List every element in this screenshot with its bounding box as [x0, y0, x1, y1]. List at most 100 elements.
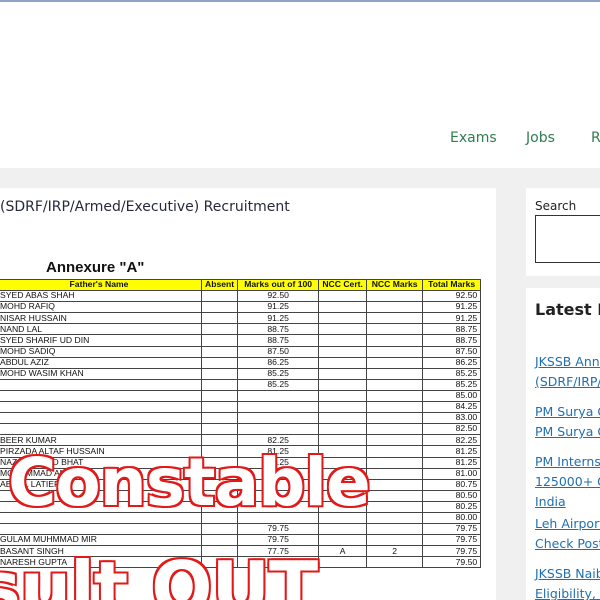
- cell-marks: 86.25: [237, 356, 320, 369]
- cell-name: MOHD SADIQ: [0, 345, 202, 358]
- cell-marks: [237, 412, 320, 425]
- cell-marks: [237, 423, 320, 436]
- cell-absent: [200, 323, 239, 336]
- cell-marks: 88.75: [237, 334, 320, 347]
- search-input[interactable]: [535, 215, 600, 263]
- cell-total: 81.25: [422, 456, 482, 469]
- cell-total: 85.00: [422, 389, 482, 403]
- cell-absent: [200, 423, 239, 436]
- latest-post-line: India: [535, 494, 566, 509]
- cell-name: [0, 423, 202, 436]
- cell-ncc-cert: [318, 323, 368, 336]
- cell-name: [0, 389, 202, 403]
- cell-absent: [200, 345, 239, 358]
- table-row: NAND LAL 88.75 88.75: [0, 323, 482, 336]
- cell-name: SYED SHARIF UD DIN: [0, 334, 202, 347]
- col-marks: Marks out of 100: [237, 278, 320, 292]
- cell-marks: 91.25: [237, 301, 320, 314]
- latest-post-line: JKSSB Naib: [535, 566, 600, 581]
- cell-marks: 85.25: [237, 378, 320, 391]
- cell-ncc-marks: [366, 456, 424, 469]
- latest-post-line: PM Surya G: [535, 424, 600, 439]
- cell-ncc-cert: [318, 367, 368, 380]
- cell-ncc-marks: [366, 301, 424, 314]
- latest-post-link[interactable]: JKSSB Naib Eligibility, E: [535, 564, 600, 600]
- cell-total: 88.75: [422, 334, 482, 347]
- cell-total: 85.25: [422, 367, 482, 380]
- marks-table: Father's Name Absent Marks out of 100 NC…: [0, 278, 482, 569]
- featured-image[interactable]: Annexure "A" Father's Name Absent Marks …: [0, 250, 496, 600]
- cell-total: 82.25: [422, 434, 482, 447]
- cell-ncc-cert: A: [318, 545, 368, 558]
- cell-name: [0, 378, 202, 391]
- overlay-title-line1: Constable: [7, 443, 373, 523]
- cell-ncc-marks: [366, 367, 424, 380]
- latest-post-link[interactable]: PM Surya G PM Surya G: [535, 402, 600, 442]
- cell-absent: [200, 378, 239, 391]
- col-ncc-cert: NCC Cert.: [318, 278, 368, 292]
- cell-ncc-cert: [318, 556, 368, 569]
- table-row: 83.00: [0, 412, 482, 425]
- search-label: Search: [535, 199, 577, 213]
- cell-total: 88.75: [422, 323, 482, 336]
- cell-ncc-marks: [366, 345, 424, 358]
- cell-absent: [200, 312, 239, 325]
- table-row: SYED SHARIF UD DIN 88.75 88.75: [0, 334, 482, 347]
- search-widget: Search: [526, 188, 600, 276]
- overlay-title-line2: sult OUT: [0, 545, 320, 600]
- cell-ncc-cert: [318, 312, 368, 325]
- cell-name: NISAR HUSSAIN: [0, 312, 202, 325]
- cell-total: 85.25: [422, 378, 482, 391]
- table-row: 82.50: [0, 423, 482, 436]
- cell-ncc-cert: [318, 345, 368, 358]
- cell-total: 79.75: [422, 534, 482, 547]
- cell-ncc-marks: [366, 489, 424, 502]
- latest-post-line: JKSSB Anno: [535, 354, 600, 369]
- cell-total: 81.00: [422, 467, 482, 480]
- latest-posts-title: Latest P: [535, 300, 600, 319]
- latest-post-line: PM Internsh: [535, 454, 600, 469]
- cell-marks: 88.75: [237, 323, 320, 336]
- cell-ncc-marks: [366, 401, 424, 414]
- cell-ncc-marks: [366, 534, 424, 547]
- table-row: 79.75 79.75: [0, 523, 482, 536]
- cell-total: 79.75: [422, 545, 482, 558]
- nav-jobs[interactable]: Jobs: [526, 130, 555, 146]
- table-row: MOHD WASIM KHAN 85.25 85.25: [0, 367, 482, 380]
- col-fathers-name: Father's Name: [0, 278, 202, 292]
- latest-post-link[interactable]: JKSSB Anno (SDRF/IRP/: [535, 352, 600, 392]
- latest-post-link[interactable]: Leh Airport Check Post: [535, 514, 600, 554]
- cell-absent: [200, 412, 239, 425]
- cell-total: 79.50: [422, 556, 482, 569]
- cell-name: [0, 401, 202, 414]
- cell-ncc-marks: [366, 334, 424, 347]
- nav-exams[interactable]: Exams: [450, 130, 497, 146]
- table-row: ABDUL AZIZ 86.25 86.25: [0, 356, 482, 369]
- cell-name: ABDUL AZIZ: [0, 356, 202, 369]
- table-row: GULAM MUHMMAD MIR 79.75 79.75: [0, 534, 482, 547]
- cell-absent: [200, 389, 239, 403]
- latest-post-link[interactable]: PM Internsh 125000+ O India: [535, 452, 600, 512]
- cell-name: MOHD WASIM KHAN: [0, 367, 202, 380]
- cell-name: [0, 412, 202, 425]
- cell-absent: [200, 356, 239, 369]
- cell-ncc-marks: [366, 556, 424, 569]
- nav-results[interactable]: R: [591, 130, 600, 146]
- article-title[interactable]: (SDRF/IRP/Armed/Executive) Recruitment: [0, 199, 290, 215]
- cell-name: [0, 523, 202, 536]
- cell-marks: [237, 401, 320, 414]
- cell-ncc-cert: [318, 334, 368, 347]
- cell-marks: 91.25: [237, 312, 320, 325]
- cell-absent: [200, 367, 239, 380]
- cell-marks: 85.25: [237, 367, 320, 380]
- cell-ncc-cert: [318, 378, 368, 391]
- cell-ncc-marks: [366, 445, 424, 458]
- cell-absent: [200, 401, 239, 414]
- cell-name: NAND LAL: [0, 323, 202, 336]
- cell-ncc-marks: [366, 500, 424, 513]
- cell-total: 92.50: [422, 290, 482, 303]
- cell-total: 80.75: [422, 478, 482, 491]
- cell-ncc-cert: [318, 534, 368, 547]
- cell-ncc-marks: [366, 290, 424, 303]
- col-total: Total Marks: [422, 278, 482, 292]
